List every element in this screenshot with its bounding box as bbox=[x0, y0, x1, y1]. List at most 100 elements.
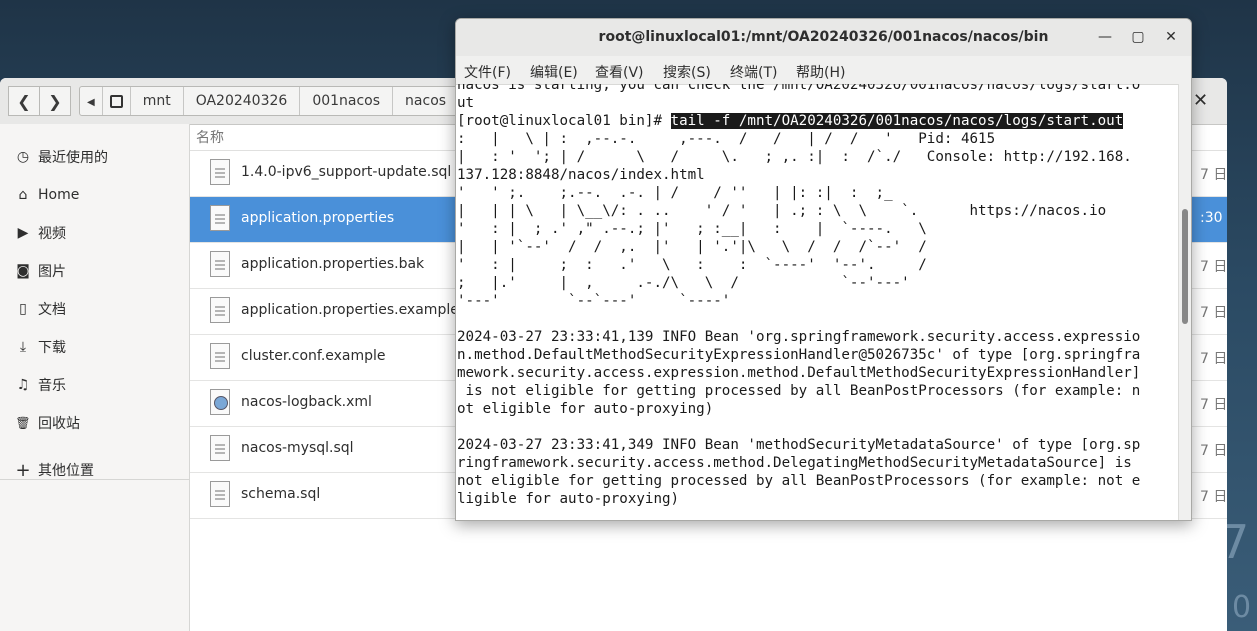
breadcrumb-root[interactable] bbox=[103, 87, 131, 115]
file-date: 7 日 bbox=[1200, 397, 1227, 413]
music-icon: ♫ bbox=[16, 377, 30, 393]
terminal-line: ' : | ; : .' \ : : `----' '--'. / bbox=[457, 257, 927, 273]
breadcrumb: ◀ mnt OA20240326 001nacos nacos bbox=[79, 86, 461, 116]
maximize-icon[interactable]: ▢ bbox=[1129, 28, 1147, 46]
terminal-line: ; |.' | , .-./\ \ / `--'---' bbox=[457, 275, 910, 291]
clock-icon: ◷ bbox=[16, 149, 30, 165]
file-date: 7 日 bbox=[1200, 443, 1227, 459]
terminal-line: ot eligible for auto-proxying) bbox=[457, 401, 714, 417]
back-button[interactable]: ❮ bbox=[8, 86, 40, 116]
menu-help[interactable]: 帮助(H) bbox=[796, 62, 845, 82]
terminal-output[interactable]: nacos is starting, you can check the /mn… bbox=[456, 84, 1178, 520]
document-icon: ▯ bbox=[19, 301, 27, 317]
file-icon bbox=[210, 251, 230, 277]
terminal-line: | | '`--' / / ,. |' | '.'|\ \ / / /`--' … bbox=[457, 239, 927, 255]
close-icon[interactable]: ✕ bbox=[1193, 90, 1208, 111]
desktop-decoration: 0 bbox=[1232, 590, 1252, 625]
breadcrumb-item-001nacos[interactable]: 001nacos bbox=[300, 87, 394, 115]
terminal-window: root@linuxlocal01:/mnt/OA20240326/001nac… bbox=[455, 18, 1192, 521]
menu-edit[interactable]: 编辑(E) bbox=[530, 62, 578, 82]
terminal-prompt: [root@linuxlocal01 bin]# bbox=[457, 113, 671, 129]
file-name: nacos-logback.xml bbox=[241, 394, 372, 410]
terminal-menubar: 文件(F) 编辑(E) 查看(V) 搜索(S) 终端(T) 帮助(H) bbox=[456, 56, 1191, 85]
home-icon: ⌂ bbox=[18, 187, 28, 203]
sidebar-item-home[interactable]: ⌂ Home bbox=[14, 183, 80, 207]
breadcrumb-item-oa[interactable]: OA20240326 bbox=[184, 87, 301, 115]
menu-view[interactable]: 查看(V) bbox=[595, 62, 644, 82]
file-icon bbox=[210, 159, 230, 185]
file-name: cluster.conf.example bbox=[241, 348, 386, 364]
column-header-label: 名称 bbox=[196, 130, 224, 146]
sidebar: ◷ 最近使用的 ⌂ Home ▶ 视频 ◙ 图片 ▯ 文档 ⤓ 下载 ♫ 音乐 🗑 回收站 + 其… bbox=[0, 124, 190, 631]
file-date: :30 bbox=[1200, 210, 1223, 226]
file-name: application.properties bbox=[241, 210, 395, 226]
terminal-line: mework.security.access.expression.method… bbox=[457, 365, 1141, 381]
terminal-line: ut bbox=[457, 95, 475, 111]
terminal-line: 2024-03-27 23:33:41,349 INFO Bean 'metho… bbox=[457, 437, 1141, 453]
window-title: root@linuxlocal01:/mnt/OA20240326/001nac… bbox=[598, 29, 1049, 45]
breadcrumb-item-mnt[interactable]: mnt bbox=[131, 87, 184, 115]
terminal-line: ' : | ; .' ," .--.; |' ; :__| : | `----.… bbox=[457, 221, 927, 237]
terminal-line: ligible for auto-proxying) bbox=[457, 491, 680, 507]
file-name: 1.4.0-ipv6_support-update.sql bbox=[241, 164, 452, 180]
file-icon bbox=[210, 481, 230, 507]
file-date: 7 日 bbox=[1200, 305, 1227, 321]
file-name: schema.sql bbox=[241, 486, 321, 502]
file-name: application.properties.bak bbox=[241, 256, 425, 272]
breadcrumb-item-nacos[interactable]: nacos bbox=[393, 87, 460, 115]
terminal-line: n.method.DefaultMethodSecurityExpression… bbox=[457, 347, 1141, 363]
sidebar-item-recent[interactable]: ◷ 最近使用的 bbox=[14, 145, 108, 169]
file-icon bbox=[210, 205, 230, 231]
terminal-line: : | \ | : ,--.-. ,---. / / | / / ' Pid: … bbox=[457, 131, 996, 147]
file-name: application.properties.example bbox=[241, 302, 459, 318]
file-date: 7 日 bbox=[1200, 351, 1227, 367]
plus-icon: + bbox=[15, 459, 31, 481]
close-icon[interactable]: ✕ bbox=[1162, 28, 1180, 46]
terminal-line: not eligible for getting processed by al… bbox=[457, 473, 1141, 489]
terminal-line: ' ' ;. ;.--. .-. | / / '' | |: :| : ;_ bbox=[457, 185, 893, 201]
breadcrumb-scroll-left[interactable]: ◀ bbox=[80, 87, 103, 115]
sidebar-item-label: 其他位置 bbox=[38, 463, 94, 479]
sidebar-item-trash[interactable]: 🗑 回收站 bbox=[14, 411, 80, 435]
terminal-line: nacos is starting, you can check the /mn… bbox=[457, 84, 1141, 93]
sidebar-item-label: 回收站 bbox=[38, 416, 80, 432]
terminal-scrollbar[interactable] bbox=[1178, 84, 1191, 520]
sidebar-item-label: 视频 bbox=[38, 226, 66, 242]
sidebar-item-pictures[interactable]: ◙ 图片 bbox=[14, 259, 66, 283]
file-icon bbox=[210, 435, 230, 461]
menu-search[interactable]: 搜索(S) bbox=[663, 62, 711, 82]
sidebar-item-label: 图片 bbox=[38, 264, 66, 280]
terminal-titlebar[interactable]: root@linuxlocal01:/mnt/OA20240326/001nac… bbox=[456, 19, 1191, 57]
sidebar-item-label: 文档 bbox=[38, 302, 66, 318]
camera-icon: ◙ bbox=[16, 263, 30, 279]
terminal-line: is not eligible for getting processed by… bbox=[457, 383, 1141, 399]
file-date: 7 日 bbox=[1200, 259, 1227, 275]
sidebar-item-label: Home bbox=[38, 187, 80, 203]
terminal-prompt-line: [root@linuxlocal01 bin]# tail -f /mnt/OA… bbox=[457, 112, 1124, 130]
scrollbar-thumb[interactable] bbox=[1182, 209, 1188, 324]
terminal-line: 137.128:8848/nacos/index.html bbox=[457, 167, 705, 183]
chevron-right-icon: ❯ bbox=[48, 91, 62, 111]
trash-icon: 🗑 bbox=[15, 416, 31, 430]
terminal-line: ringframework.security.access.method.Del… bbox=[457, 455, 1132, 471]
video-icon: ▶ bbox=[17, 225, 29, 241]
sidebar-item-label: 音乐 bbox=[38, 378, 66, 394]
file-date: 7 日 bbox=[1200, 167, 1227, 183]
menu-file[interactable]: 文件(F) bbox=[464, 62, 511, 82]
xml-file-icon bbox=[210, 389, 230, 415]
terminal-line: '---' `--`---' `----' bbox=[457, 293, 731, 309]
download-icon: ⤓ bbox=[19, 339, 27, 355]
file-name: nacos-mysql.sql bbox=[241, 440, 354, 456]
forward-button[interactable]: ❯ bbox=[39, 86, 71, 116]
sidebar-item-music[interactable]: ♫ 音乐 bbox=[14, 373, 66, 397]
triangle-left-icon: ◀ bbox=[87, 97, 95, 108]
sidebar-item-downloads[interactable]: ⤓ 下载 bbox=[14, 335, 66, 359]
minimize-icon[interactable]: — bbox=[1096, 28, 1114, 46]
sidebar-item-documents[interactable]: ▯ 文档 bbox=[14, 297, 66, 321]
sidebar-item-other-locations[interactable]: + 其他位置 bbox=[14, 458, 94, 482]
sidebar-item-label: 下载 bbox=[38, 340, 66, 356]
sidebar-item-label: 最近使用的 bbox=[38, 150, 108, 166]
file-icon bbox=[210, 297, 230, 323]
menu-terminal[interactable]: 终端(T) bbox=[730, 62, 777, 82]
sidebar-item-videos[interactable]: ▶ 视频 bbox=[14, 221, 66, 245]
